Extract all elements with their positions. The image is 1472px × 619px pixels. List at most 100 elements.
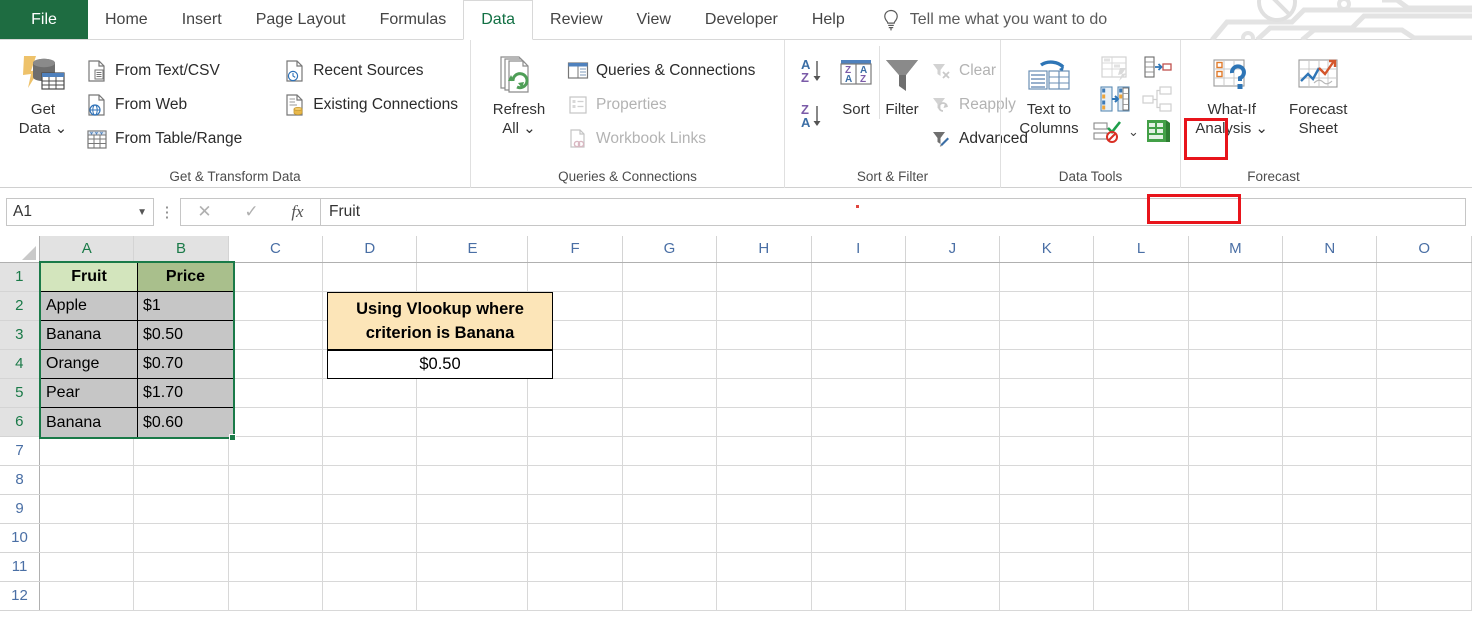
cell[interactable] xyxy=(1093,523,1189,553)
cell[interactable] xyxy=(1093,378,1189,408)
cell[interactable] xyxy=(527,378,623,408)
cell[interactable] xyxy=(416,494,529,524)
cell[interactable] xyxy=(1282,349,1378,379)
tab-help[interactable]: Help xyxy=(795,0,862,39)
column-header-g[interactable]: G xyxy=(622,236,718,263)
cell[interactable] xyxy=(999,523,1095,553)
cell[interactable] xyxy=(1282,436,1378,466)
cell[interactable] xyxy=(322,436,418,466)
vlookup-callout-value[interactable]: $0.50 xyxy=(327,350,553,379)
cell[interactable] xyxy=(999,494,1095,524)
cell[interactable] xyxy=(416,436,529,466)
cell[interactable] xyxy=(39,436,135,466)
cell[interactable] xyxy=(322,262,418,292)
cell[interactable] xyxy=(228,552,324,582)
cell[interactable] xyxy=(1282,581,1378,611)
consolidate-button[interactable] xyxy=(1141,54,1173,84)
cell[interactable] xyxy=(1282,262,1378,292)
cell[interactable] xyxy=(527,552,623,582)
cell[interactable] xyxy=(228,378,324,408)
cell[interactable] xyxy=(811,552,906,582)
cell[interactable] xyxy=(1188,523,1284,553)
cell-b3[interactable]: $0.50 xyxy=(137,321,233,350)
cell[interactable] xyxy=(322,552,418,582)
cell[interactable] xyxy=(133,465,229,495)
cell[interactable] xyxy=(1376,349,1472,379)
cell[interactable] xyxy=(716,436,812,466)
cell[interactable] xyxy=(1376,552,1472,582)
row-header-4[interactable]: 4 xyxy=(0,349,41,379)
cell[interactable] xyxy=(527,436,623,466)
cell[interactable] xyxy=(228,465,324,495)
cell[interactable] xyxy=(1282,494,1378,524)
cell[interactable] xyxy=(527,465,623,495)
cell[interactable] xyxy=(228,291,324,321)
cell[interactable] xyxy=(811,349,906,379)
cell-a1-fruit-header[interactable]: Fruit xyxy=(41,263,137,292)
cell[interactable] xyxy=(228,407,324,437)
cell[interactable] xyxy=(1093,581,1189,611)
row-header-7[interactable]: 7 xyxy=(0,436,41,466)
cell[interactable] xyxy=(622,407,718,437)
cell[interactable] xyxy=(1376,494,1472,524)
cell[interactable] xyxy=(905,291,1001,321)
cell[interactable] xyxy=(1093,320,1189,350)
cell[interactable] xyxy=(1093,494,1189,524)
cell[interactable] xyxy=(322,407,418,437)
column-header-d[interactable]: D xyxy=(322,236,418,263)
cell[interactable] xyxy=(811,378,906,408)
cell[interactable] xyxy=(1188,291,1284,321)
cell[interactable] xyxy=(527,407,623,437)
cell-b2[interactable]: $1 xyxy=(137,292,233,321)
cell[interactable] xyxy=(1376,581,1472,611)
cell[interactable] xyxy=(228,581,324,611)
cell[interactable] xyxy=(905,465,1001,495)
formula-bar-expand-dots[interactable]: ⋮ xyxy=(154,203,180,221)
cell[interactable] xyxy=(39,581,135,611)
from-table-range-button[interactable]: From Table/Range xyxy=(80,122,248,156)
tab-view[interactable]: View xyxy=(620,0,688,39)
cell[interactable] xyxy=(416,552,529,582)
row-header-1[interactable]: 1 xyxy=(0,262,41,292)
cell[interactable] xyxy=(228,494,324,524)
column-header-m[interactable]: M xyxy=(1188,236,1284,263)
manage-data-model-button[interactable] xyxy=(1142,118,1172,146)
cell[interactable] xyxy=(1188,349,1284,379)
cell[interactable] xyxy=(1188,552,1284,582)
cell[interactable] xyxy=(905,523,1001,553)
cell-a6[interactable]: Banana xyxy=(41,408,137,437)
tab-data[interactable]: Data xyxy=(463,0,534,40)
cell[interactable] xyxy=(1188,581,1284,611)
row-header-6[interactable]: 6 xyxy=(0,407,41,437)
column-header-k[interactable]: K xyxy=(999,236,1095,263)
cell-b5[interactable]: $1.70 xyxy=(137,379,233,408)
cell[interactable] xyxy=(1188,407,1284,437)
cell[interactable] xyxy=(811,494,906,524)
cell[interactable] xyxy=(811,407,906,437)
cell-a5[interactable]: Pear xyxy=(41,379,137,408)
column-header-l[interactable]: L xyxy=(1093,236,1189,263)
cell[interactable] xyxy=(622,523,718,553)
cell[interactable] xyxy=(716,523,812,553)
cell[interactable] xyxy=(322,378,418,408)
cell[interactable] xyxy=(1282,291,1378,321)
cell[interactable] xyxy=(416,523,529,553)
column-header-a[interactable]: A xyxy=(39,236,135,263)
cell[interactable] xyxy=(1282,320,1378,350)
cell[interactable] xyxy=(1188,436,1284,466)
row-header-11[interactable]: 11 xyxy=(0,552,41,582)
forecast-sheet-button[interactable]: Forecast Sheet xyxy=(1276,46,1360,138)
column-header-o[interactable]: O xyxy=(1376,236,1472,263)
row-header-2[interactable]: 2 xyxy=(0,291,41,321)
cell[interactable] xyxy=(322,581,418,611)
cell[interactable] xyxy=(622,465,718,495)
cell[interactable] xyxy=(322,523,418,553)
select-all-corner[interactable] xyxy=(0,236,41,263)
tab-insert[interactable]: Insert xyxy=(165,0,239,39)
cell-a4[interactable]: Orange xyxy=(41,350,137,379)
cell[interactable] xyxy=(416,262,529,292)
from-web-button[interactable]: From Web xyxy=(80,88,248,122)
cell[interactable] xyxy=(133,523,229,553)
cell[interactable] xyxy=(1188,378,1284,408)
cell-b6[interactable]: $0.60 xyxy=(137,408,233,437)
